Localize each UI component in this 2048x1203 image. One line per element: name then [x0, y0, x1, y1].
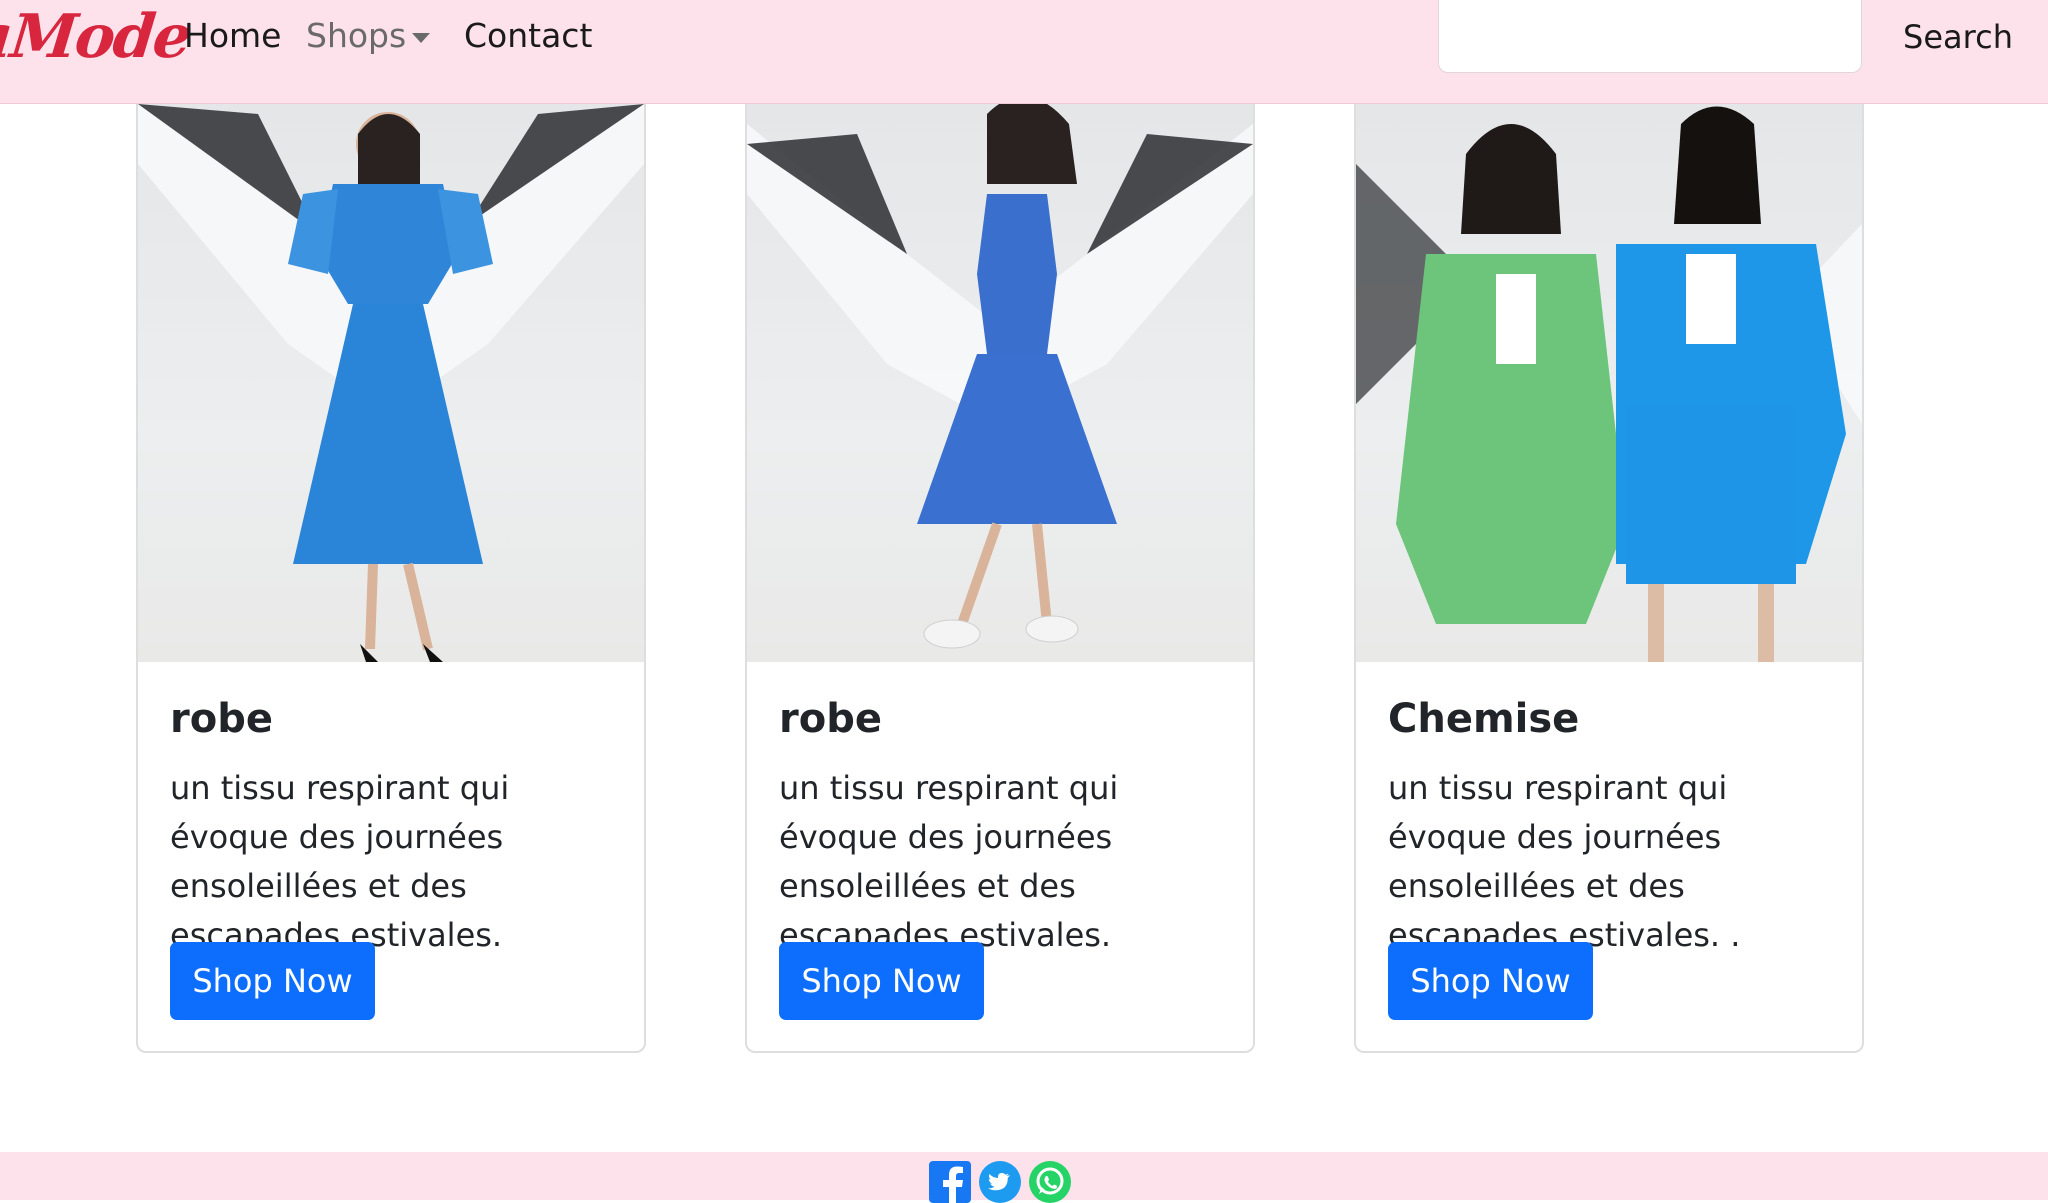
whatsapp-icon[interactable] — [1029, 1161, 1071, 1203]
product-image — [747, 104, 1253, 662]
nav-link-contact[interactable]: Contact — [464, 16, 592, 55]
nav-link-shops[interactable]: Shops — [306, 16, 406, 55]
nav-link-home[interactable]: Home — [184, 16, 281, 55]
footer-bar — [0, 1152, 2048, 1200]
product-card: Chemise un tissu respirant qui évoque de… — [1354, 104, 1864, 1053]
product-image — [1356, 104, 1862, 662]
search-button[interactable]: Search — [1890, 0, 2026, 73]
card-description: un tissu respirant qui évoque des journé… — [170, 769, 510, 954]
chevron-down-icon[interactable] — [412, 33, 430, 43]
product-card: robe un tissu respirant qui évoque des j… — [136, 104, 646, 1053]
top-navbar: aMode Home Shops Contact Search — [0, 0, 2048, 104]
facebook-icon[interactable] — [929, 1161, 971, 1203]
shop-now-button[interactable]: Shop Now — [1388, 942, 1593, 1020]
card-description: un tissu respirant qui évoque des journé… — [779, 769, 1119, 954]
shop-now-button[interactable]: Shop Now — [170, 942, 375, 1020]
product-card: robe un tissu respirant qui évoque des j… — [745, 104, 1255, 1053]
product-image — [138, 104, 644, 662]
brand-logo[interactable]: aMode — [0, 2, 193, 72]
shop-now-button[interactable]: Shop Now — [779, 942, 984, 1020]
card-title: robe — [170, 696, 273, 742]
card-title: robe — [779, 696, 882, 742]
card-description: un tissu respirant qui évoque des journé… — [1388, 769, 1741, 954]
card-title: Chemise — [1388, 696, 1580, 742]
search-input[interactable] — [1438, 0, 1862, 73]
twitter-icon[interactable] — [979, 1161, 1021, 1203]
